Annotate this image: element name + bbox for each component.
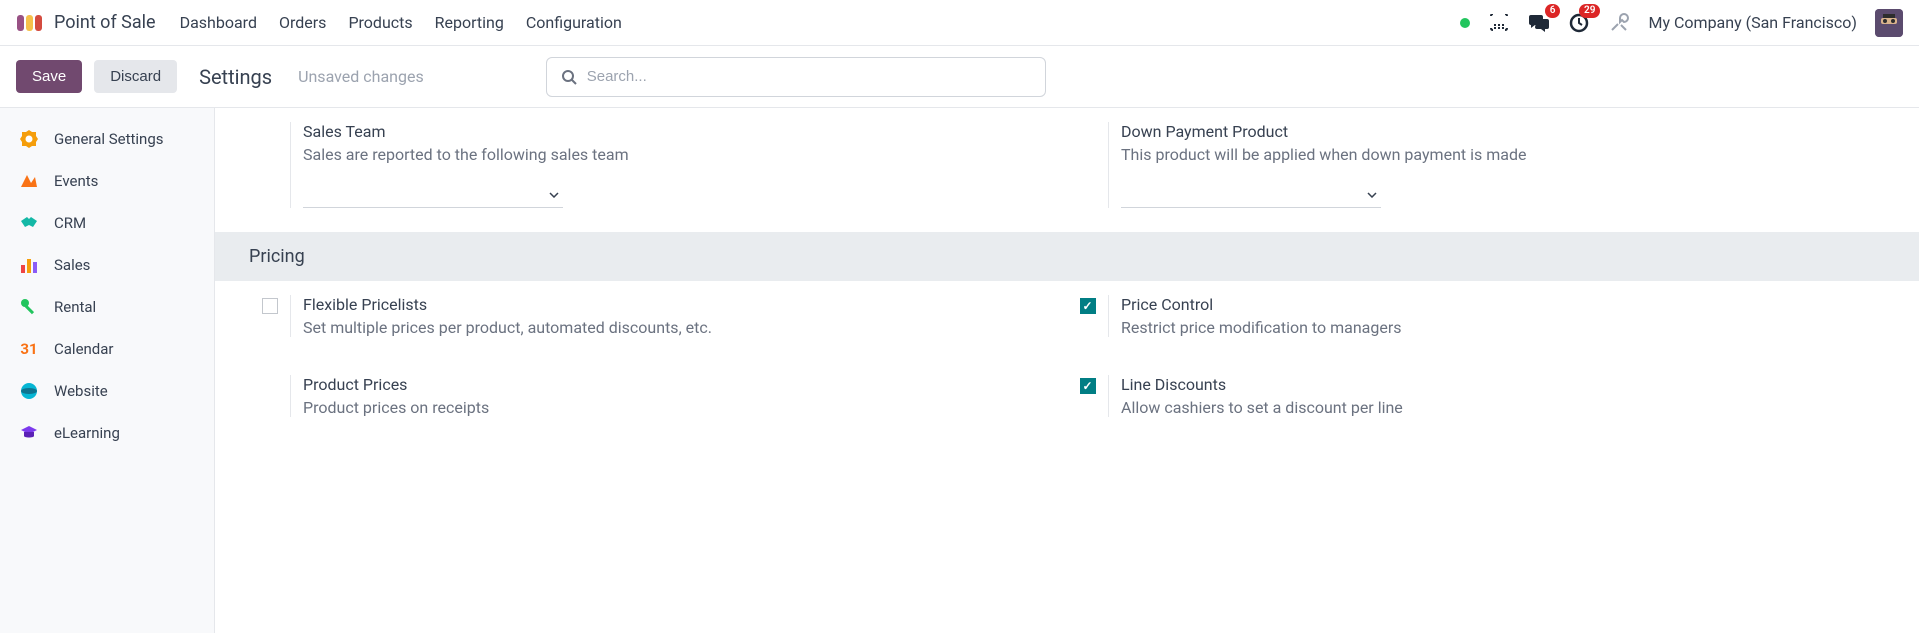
section-header-pricing: Pricing: [215, 232, 1919, 281]
app-title[interactable]: Point of Sale: [54, 12, 156, 33]
settings-sidebar: General Settings Events CRM Sales Rental…: [0, 108, 215, 633]
sidebar-item-label: General Settings: [54, 130, 164, 148]
sidebar-item-label: Website: [54, 382, 108, 400]
events-icon: [18, 170, 40, 192]
globe-icon: [18, 380, 40, 402]
setting-desc: Set multiple prices per product, automat…: [303, 318, 1067, 337]
key-icon: [18, 296, 40, 318]
setting-desc: Restrict price modification to managers: [1121, 318, 1885, 337]
sidebar-item-label: eLearning: [54, 424, 120, 442]
search-icon: [561, 69, 577, 85]
setting-desc: Allow cashiers to set a discount per lin…: [1121, 398, 1885, 417]
sidebar-item-website[interactable]: Website: [0, 370, 214, 412]
setting-desc: This product will be applied when down p…: [1121, 145, 1885, 164]
sidebar-item-crm[interactable]: CRM: [0, 202, 214, 244]
search-box[interactable]: [546, 57, 1046, 97]
graduation-icon: [18, 422, 40, 444]
discard-button[interactable]: Discard: [94, 60, 177, 93]
sidebar-item-rental[interactable]: Rental: [0, 286, 214, 328]
sidebar-item-label: Rental: [54, 298, 96, 316]
bars-icon: [18, 254, 40, 276]
sidebar-item-label: CRM: [54, 214, 86, 232]
tools-icon[interactable]: [1608, 12, 1630, 34]
setting-title: Product Prices: [303, 375, 1067, 394]
sidebar-item-calendar[interactable]: 31 Calendar: [0, 328, 214, 370]
sidebar-item-elearning[interactable]: eLearning: [0, 412, 214, 454]
sidebar-item-sales[interactable]: Sales: [0, 244, 214, 286]
action-bar: Save Discard Settings Unsaved changes: [0, 46, 1919, 108]
sidebar-item-events[interactable]: Events: [0, 160, 214, 202]
setting-title: Price Control: [1121, 295, 1885, 314]
flexible-pricelists-checkbox[interactable]: [262, 298, 278, 314]
price-control-checkbox[interactable]: [1080, 298, 1096, 314]
chevron-down-icon: [1367, 192, 1377, 198]
setting-title: Down Payment Product: [1121, 122, 1885, 141]
activity-icon[interactable]: 29: [1568, 12, 1590, 34]
chat-badge: 6: [1545, 4, 1561, 18]
setting-title: Sales Team: [303, 122, 1067, 141]
barcode-icon[interactable]: [1488, 12, 1510, 34]
handshake-icon: [18, 212, 40, 234]
setting-title: Flexible Pricelists: [303, 295, 1067, 314]
save-button[interactable]: Save: [16, 60, 82, 93]
nav-products[interactable]: Products: [348, 13, 412, 32]
breadcrumb: Settings: [199, 65, 272, 89]
nav-menu: Dashboard Orders Products Reporting Conf…: [180, 13, 622, 32]
sidebar-item-general[interactable]: General Settings: [0, 118, 214, 160]
setting-title: Line Discounts: [1121, 375, 1885, 394]
setting-desc: Sales are reported to the following sale…: [303, 145, 1067, 164]
nav-reporting[interactable]: Reporting: [435, 13, 504, 32]
chat-icon[interactable]: 6: [1528, 12, 1550, 34]
nav-dashboard[interactable]: Dashboard: [180, 13, 257, 32]
chevron-down-icon: [549, 192, 559, 198]
activity-badge: 29: [1579, 4, 1600, 18]
setting-desc: Product prices on receipts: [303, 398, 1067, 417]
nav-orders[interactable]: Orders: [279, 13, 326, 32]
company-selector[interactable]: My Company (San Francisco): [1648, 13, 1857, 32]
search-input[interactable]: [587, 68, 1031, 85]
line-discounts-checkbox[interactable]: [1080, 378, 1096, 394]
unsaved-indicator: Unsaved changes: [298, 67, 424, 86]
sidebar-item-label: Events: [54, 172, 98, 190]
settings-content: Sales Team Sales are reported to the fol…: [215, 108, 1919, 633]
gear-icon: [18, 128, 40, 150]
sidebar-item-label: Sales: [54, 256, 90, 274]
app-logo-icon: [16, 13, 44, 33]
nav-configuration[interactable]: Configuration: [526, 13, 622, 32]
user-avatar[interactable]: [1875, 9, 1903, 37]
status-indicator-icon: [1460, 18, 1470, 28]
down-payment-dropdown[interactable]: [1121, 182, 1381, 208]
sidebar-item-label: Calendar: [54, 340, 114, 358]
calendar-icon: 31: [18, 338, 40, 360]
sales-team-dropdown[interactable]: [303, 182, 563, 208]
top-nav: Point of Sale Dashboard Orders Products …: [0, 0, 1919, 46]
nav-right: 6 29 My Company (San Francisco): [1460, 9, 1903, 37]
